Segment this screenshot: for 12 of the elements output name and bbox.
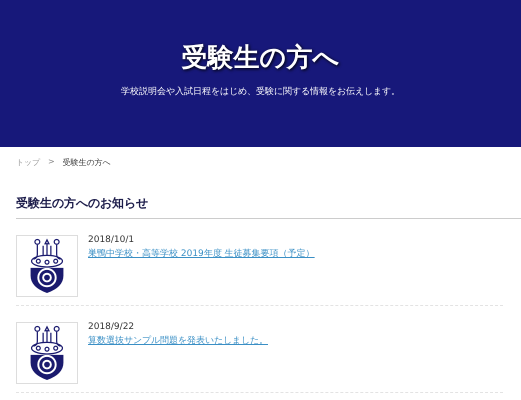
thumbnail[interactable] xyxy=(16,235,78,297)
breadcrumb-current: 受験生の方へ xyxy=(62,157,111,169)
breadcrumb-link[interactable]: トップ xyxy=(16,157,40,171)
news-link[interactable]: 算数選抜サンプル問題を発表いたしました。 xyxy=(88,334,268,347)
breadcrumb-separator: > xyxy=(48,157,55,168)
news-date: 2018/9/22 xyxy=(88,322,134,332)
section-heading: 受験生の方へのお知らせ xyxy=(16,195,521,219)
page-title: 受験生の方へ xyxy=(182,42,340,74)
news-date: 2018/10/1 xyxy=(88,235,134,245)
news-link[interactable]: 巣鴨中学校・高等学校 2019年度 生徒募集要項（予定） xyxy=(88,247,315,260)
page-subtitle: 学校説明会や入試日程をはじめ、受験に関する情報をお伝えします。 xyxy=(121,86,400,98)
thumbnail[interactable] xyxy=(16,322,78,384)
